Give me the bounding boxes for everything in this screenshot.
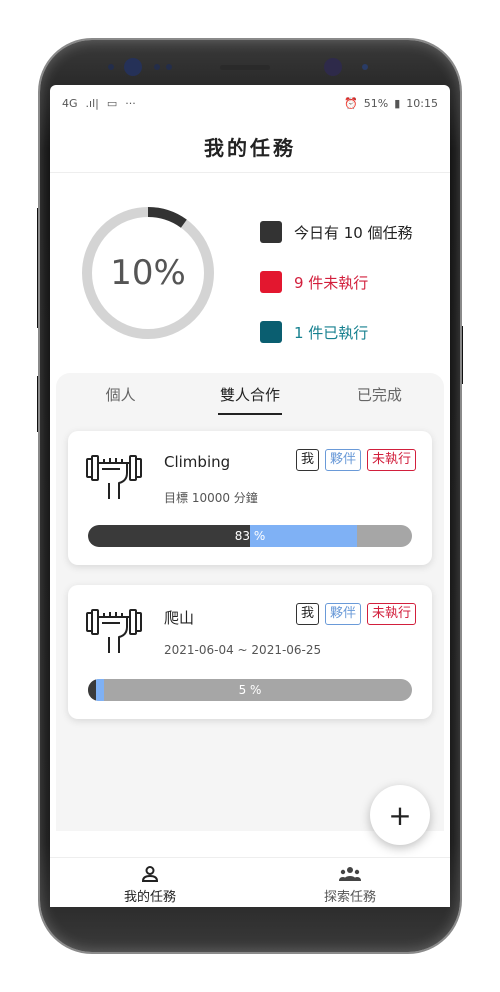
status-bar: 4G .ıl| ▭ ··· ⏰ 51% ▮ 10:15	[50, 85, 450, 121]
person-icon	[141, 866, 159, 882]
task-card[interactable]: 爬山 我 夥伴 未執行 2021-06-04 ~ 2021-06-25 5 %	[68, 585, 432, 719]
badge-partner: 夥伴	[324, 449, 361, 471]
task-tabs-panel: 個人 雙人合作 已完成 Climbing 我 夥伴 未執行 目標 10000 分…	[56, 373, 444, 831]
legend-total: 今日有 10 個任務	[260, 207, 413, 257]
page-title: 我的任務	[204, 136, 296, 160]
group-icon	[339, 867, 361, 881]
power-button	[460, 326, 463, 384]
badge-pending: 未執行	[366, 449, 416, 471]
legend-swatch-pending	[260, 271, 282, 293]
badge-me: 我	[295, 449, 319, 471]
tab-personal[interactable]: 個人	[56, 373, 185, 421]
dumbbell-fist-icon	[86, 455, 142, 499]
task-title: Climbing	[164, 453, 231, 471]
legend-label-total: 今日有 10 個任務	[294, 223, 413, 242]
tab-completed[interactable]: 已完成	[315, 373, 444, 421]
legend-label-pending: 9 件未執行	[294, 273, 369, 292]
legend-done: 1 件已執行	[260, 307, 413, 357]
task-progress-bar: 5 %	[88, 679, 412, 701]
summary-legend: 今日有 10 個任務 9 件未執行 1 件已執行	[260, 207, 413, 357]
legend-swatch-done	[260, 321, 282, 343]
badge-pending: 未執行	[366, 603, 416, 625]
legend-swatch-total	[260, 221, 282, 243]
tab-duo[interactable]: 雙人合作	[185, 373, 314, 421]
task-goal: 目標 10000 分鐘	[164, 491, 258, 505]
nav-label-explore: 探索任務	[323, 890, 376, 905]
nav-label-my-tasks: 我的任務	[123, 890, 176, 905]
task-progress-bar: 83 %	[88, 525, 412, 547]
sensor-bar	[96, 58, 396, 78]
task-progress-label: 5 %	[238, 683, 262, 697]
dumbbell-fist-icon	[86, 609, 142, 653]
task-card[interactable]: Climbing 我 夥伴 未執行 目標 10000 分鐘 83 %	[68, 431, 432, 565]
signal-icon: .ıl|	[85, 96, 99, 110]
app-screen: 4G .ıl| ▭ ··· ⏰ 51% ▮ 10:15 我的任務 10% 今日有…	[50, 85, 450, 907]
battery-icon: ▮	[394, 96, 401, 110]
legend-label-done: 1 件已執行	[294, 323, 369, 342]
add-task-button[interactable]: +	[370, 785, 430, 845]
legend-pending: 9 件未執行	[260, 257, 413, 307]
task-badges: 我 夥伴 未執行	[295, 603, 416, 625]
progress-percent: 10%	[110, 253, 186, 293]
alarm-icon: ⏰	[344, 96, 358, 110]
network-indicator: 4G	[62, 96, 78, 110]
image-icon: ▭	[106, 96, 118, 110]
battery-level: 51%	[363, 96, 389, 110]
badge-me: 我	[295, 603, 319, 625]
task-badges: 我 夥伴 未執行	[295, 449, 416, 471]
nav-my-tasks[interactable]: 我的任務	[50, 858, 250, 907]
more-notifications-icon: ···	[125, 96, 136, 110]
tab-bar: 個人 雙人合作 已完成	[56, 373, 444, 421]
task-progress-label: 83 %	[234, 529, 266, 543]
bottom-navigation: 我的任務 探索任務	[50, 857, 450, 907]
task-date-range: 2021-06-04 ~ 2021-06-25	[164, 643, 322, 657]
task-summary: 10% 今日有 10 個任務 9 件未執行 1 件已執行	[50, 173, 450, 373]
clock: 10:15	[406, 96, 438, 110]
badge-partner: 夥伴	[324, 603, 361, 625]
app-header: 我的任務	[50, 121, 450, 173]
nav-explore[interactable]: 探索任務	[250, 858, 450, 907]
task-title: 爬山	[164, 609, 195, 627]
